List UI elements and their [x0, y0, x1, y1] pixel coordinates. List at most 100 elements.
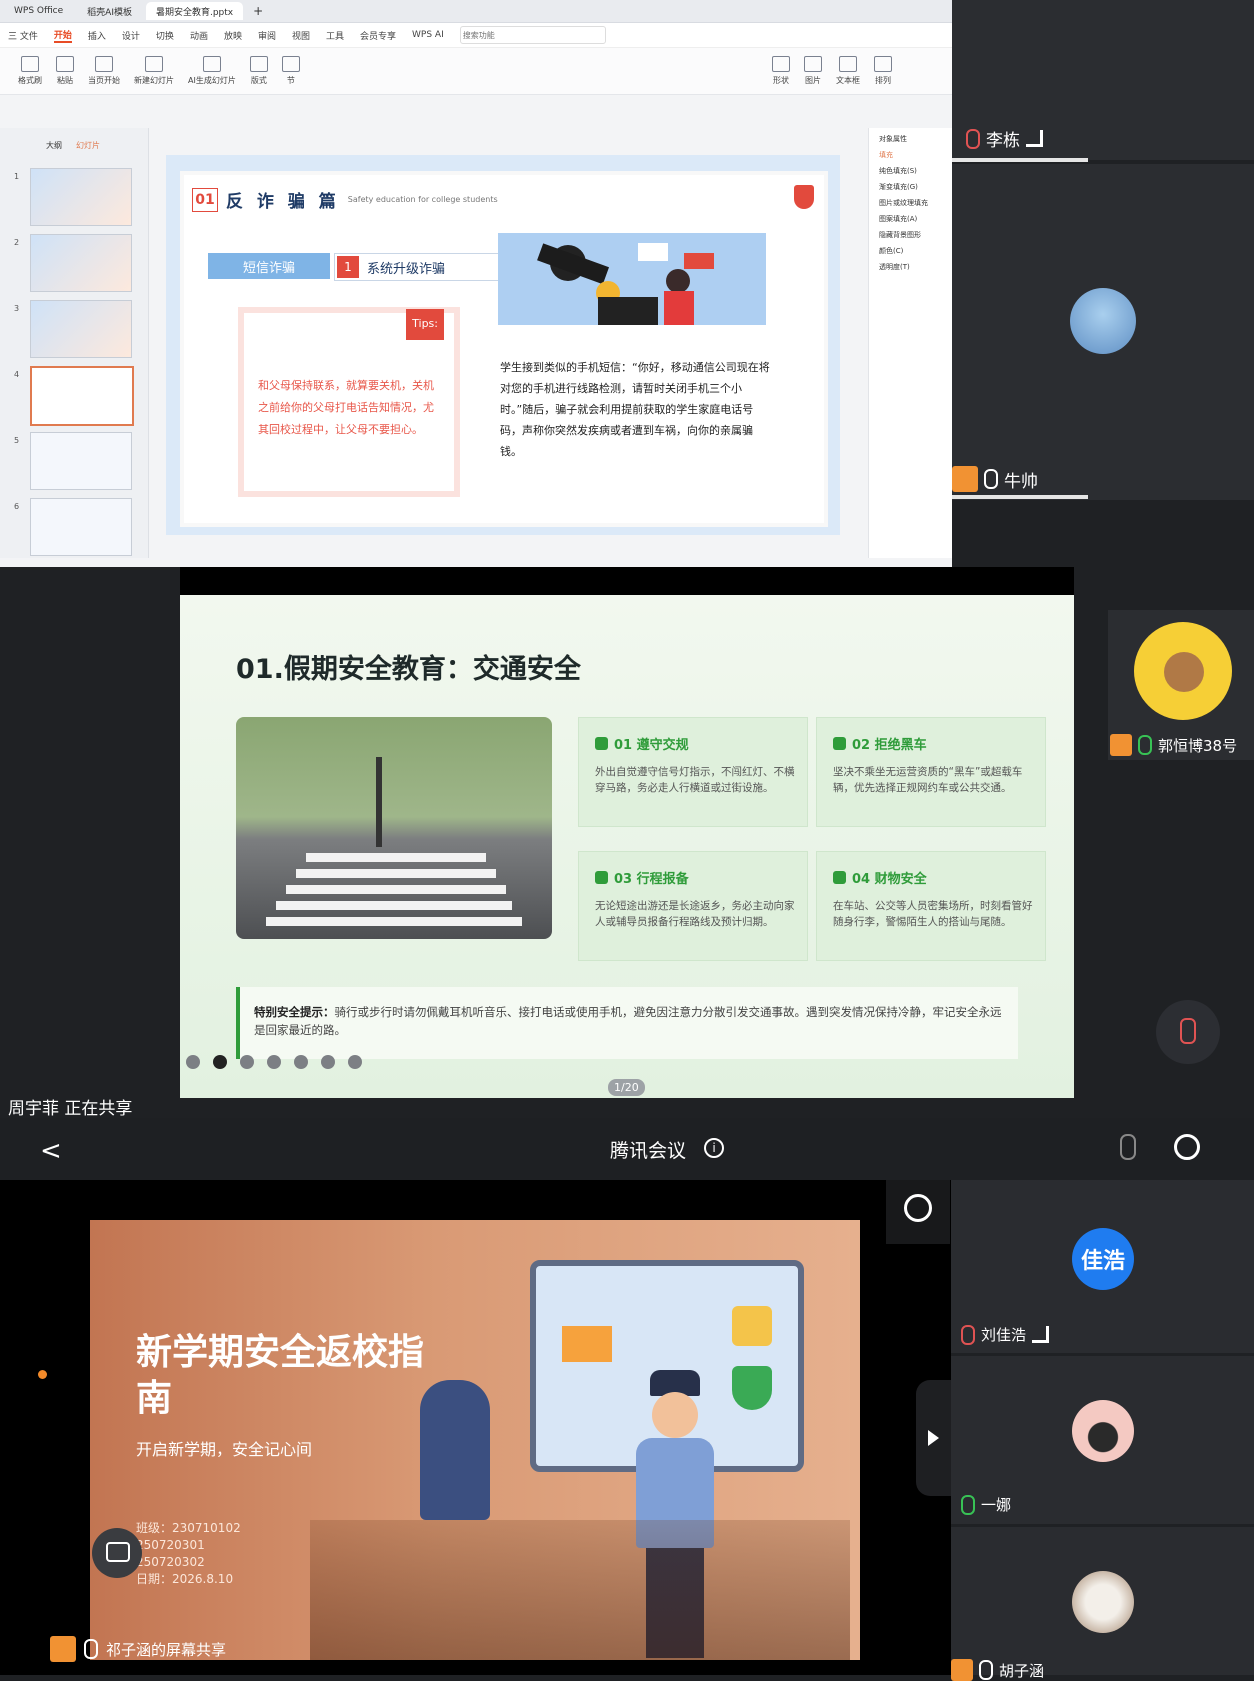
- pen-icon[interactable]: [240, 1055, 254, 1069]
- next-slide-icon[interactable]: [213, 1055, 227, 1069]
- card-title: 03 行程报备: [595, 868, 689, 887]
- signal-icon: [1026, 130, 1043, 147]
- slide-editor-canvas[interactable]: 01 反 诈 骗 篇 Safety education for college …: [166, 155, 840, 535]
- fraud-illustration: [498, 233, 766, 325]
- menu-slideshow[interactable]: 放映: [224, 29, 242, 42]
- participant-tile-2[interactable]: 牛帅: [952, 164, 1254, 500]
- color-option[interactable]: 颜色(C): [879, 246, 952, 256]
- tip-card-2: 02 拒绝黑车 坚决不乘坐无运营资质的“黑车”或超载车辆，优先选择正规网约车或公…: [816, 717, 1046, 827]
- tip-card-1: 01 遵守交规 外出自觉遵守信号灯指示，不闯红灯、不横穿马路，务必走人行横道或过…: [578, 717, 808, 827]
- ai-slide-button[interactable]: AI生成幻灯片: [188, 56, 236, 86]
- menu-tools[interactable]: 工具: [326, 29, 344, 42]
- picture-fill-option[interactable]: 图片或纹理填充: [879, 198, 952, 208]
- textbox-button[interactable]: 文本框: [836, 56, 860, 86]
- slide-title: 01.假期安全教育：交通安全: [236, 654, 581, 685]
- clipboard-icon: [56, 56, 74, 72]
- zoom-in-button[interactable]: [886, 1180, 950, 1244]
- menu-review[interactable]: 审阅: [258, 29, 276, 42]
- shared-slide-return-guide[interactable]: 新学期安全返校指南 开启新学期，安全记心间 班级：230710102 25072…: [90, 1220, 860, 1660]
- shared-slide-traffic-safety[interactable]: 01.假期安全教育：交通安全 01 遵守交规 外出自觉遵守信号灯指示，不闯红灯、…: [180, 595, 1074, 1098]
- slide-num: 6: [14, 502, 20, 511]
- new-slide-button[interactable]: 新建幻灯片: [134, 56, 174, 86]
- menu-view[interactable]: 视图: [292, 29, 310, 42]
- solid-fill-option[interactable]: 纯色填充(S): [879, 166, 952, 176]
- pattern-fill-option[interactable]: 图案填充(A): [879, 214, 952, 224]
- menu-home[interactable]: 开始: [53, 28, 72, 43]
- crosswalk-stripe: [306, 853, 486, 862]
- slide-thumbnail-2[interactable]: [30, 234, 132, 292]
- format-painter-button[interactable]: 格式刷: [18, 56, 42, 86]
- slide-icon: [145, 56, 163, 72]
- layout-button[interactable]: 版式: [249, 56, 268, 86]
- hide-bg-option[interactable]: 隐藏背景图形: [879, 230, 952, 240]
- menu-animation[interactable]: 动画: [190, 29, 208, 42]
- slide-thumbnail-3[interactable]: [30, 300, 132, 358]
- menu-design[interactable]: 设计: [122, 29, 140, 42]
- slide-subtitle: 开启新学期，安全记心间: [136, 1440, 313, 1459]
- participant-tile-6[interactable]: 胡子涵: [951, 1527, 1254, 1681]
- fullscreen-icon[interactable]: [267, 1055, 281, 1069]
- mic-muted-icon: [961, 1324, 975, 1345]
- search-input[interactable]: [459, 26, 606, 44]
- participant-tile-5[interactable]: 一娜: [951, 1356, 1254, 1524]
- camera-icon[interactable]: [294, 1055, 308, 1069]
- tile-divider: [952, 495, 1088, 499]
- slide-thumbnail-4[interactable]: [30, 366, 134, 426]
- system-upgrade-tab: 1 系统升级诈骗: [334, 253, 506, 281]
- mic-active-icon: [1138, 735, 1152, 755]
- record-icon[interactable]: [1174, 1134, 1200, 1160]
- menu-vip[interactable]: 会员专享: [360, 29, 396, 42]
- menu-transition[interactable]: 切换: [156, 29, 174, 42]
- traffic-light-icon: [376, 757, 382, 847]
- menu-wps-ai[interactable]: WPS AI: [412, 30, 444, 40]
- play-arrow-icon: [928, 1430, 939, 1446]
- slide-thumbnail-6[interactable]: [30, 498, 132, 556]
- start-slide-button[interactable]: 当页开始: [88, 56, 120, 86]
- menu-file[interactable]: 三 文件: [8, 29, 38, 42]
- wps-toolbar: 格式刷 粘贴 当页开始 新建幻灯片 AI生成幻灯片 版式 节 形状 图片 文本框…: [0, 48, 952, 95]
- user-badge-icon: [952, 466, 978, 492]
- textbox-icon: [839, 56, 857, 72]
- paste-button[interactable]: 粘贴: [56, 56, 74, 86]
- tab-outline[interactable]: 大纲: [46, 140, 62, 151]
- section-button[interactable]: 节: [281, 56, 300, 86]
- object-properties-panel: 对象属性 填充 纯色填充(S) 渐变填充(G) 图片或纹理填充 图案填充(A) …: [868, 128, 952, 558]
- participant-tile-1[interactable]: 李栋: [952, 0, 1254, 160]
- collapse-icon[interactable]: [348, 1055, 362, 1069]
- zoom-icon: [904, 1194, 932, 1222]
- slide-thumbnail-1[interactable]: [30, 168, 132, 226]
- add-tab-icon[interactable]: +: [253, 4, 263, 18]
- special-safety-tip: 特别安全提示：骑行或步行时请勿佩戴耳机听音乐、接打电话或使用手机，避免因注意力分…: [236, 987, 1018, 1059]
- play-icon: [95, 56, 113, 72]
- next-page-button[interactable]: [916, 1380, 952, 1496]
- arrange-button[interactable]: 排列: [874, 56, 892, 86]
- meeting-title: 腾讯会议: [610, 1140, 687, 1162]
- ai-icon: [202, 56, 221, 72]
- tab-template[interactable]: 稻壳AI模板: [77, 2, 142, 20]
- more-icon[interactable]: [321, 1055, 335, 1069]
- picture-button[interactable]: 图片: [804, 56, 822, 86]
- tips-box: Tips: 和父母保持联系，就算要关机，关机之前给你的父母打电话告知情况，尤其回…: [238, 307, 460, 497]
- card-body: 坚决不乘坐无运营资质的“黑车”或超载车辆，优先选择正规网约车或公共交通。: [833, 766, 1023, 794]
- participant-tile-3[interactable]: 郭恒博38号: [1108, 610, 1254, 760]
- slide-anti-fraud: 01 反 诈 骗 篇 Safety education for college …: [180, 171, 828, 527]
- avatar: [1072, 1571, 1134, 1633]
- tab-slides[interactable]: 幻灯片: [76, 140, 100, 151]
- tab-wps-office[interactable]: WPS Office: [4, 2, 73, 20]
- prev-slide-icon[interactable]: [186, 1055, 200, 1069]
- chat-bubble-button[interactable]: [92, 1528, 142, 1578]
- participant-tile-4[interactable]: 佳浩 刘佳浩: [951, 1180, 1254, 1353]
- menu-insert[interactable]: 插入: [88, 29, 106, 42]
- shape-button[interactable]: 形状: [772, 56, 790, 86]
- tab-pptx[interactable]: 暑期安全教育.pptx: [145, 2, 244, 20]
- back-button[interactable]: <: [40, 1136, 62, 1166]
- info-line: 班级：230710102: [136, 1521, 241, 1535]
- fill-tab[interactable]: 填充: [879, 150, 952, 160]
- mute-all-button[interactable]: [1156, 1000, 1220, 1064]
- slide-thumbnail-5[interactable]: [30, 432, 132, 490]
- meeting-info-icon[interactable]: i: [704, 1138, 724, 1158]
- card-title: 04 财物安全: [833, 868, 927, 887]
- gradient-fill-option[interactable]: 渐变填充(G): [879, 182, 952, 192]
- transparency-option[interactable]: 透明度(T): [879, 262, 952, 272]
- header-mic-icon[interactable]: [1120, 1134, 1136, 1160]
